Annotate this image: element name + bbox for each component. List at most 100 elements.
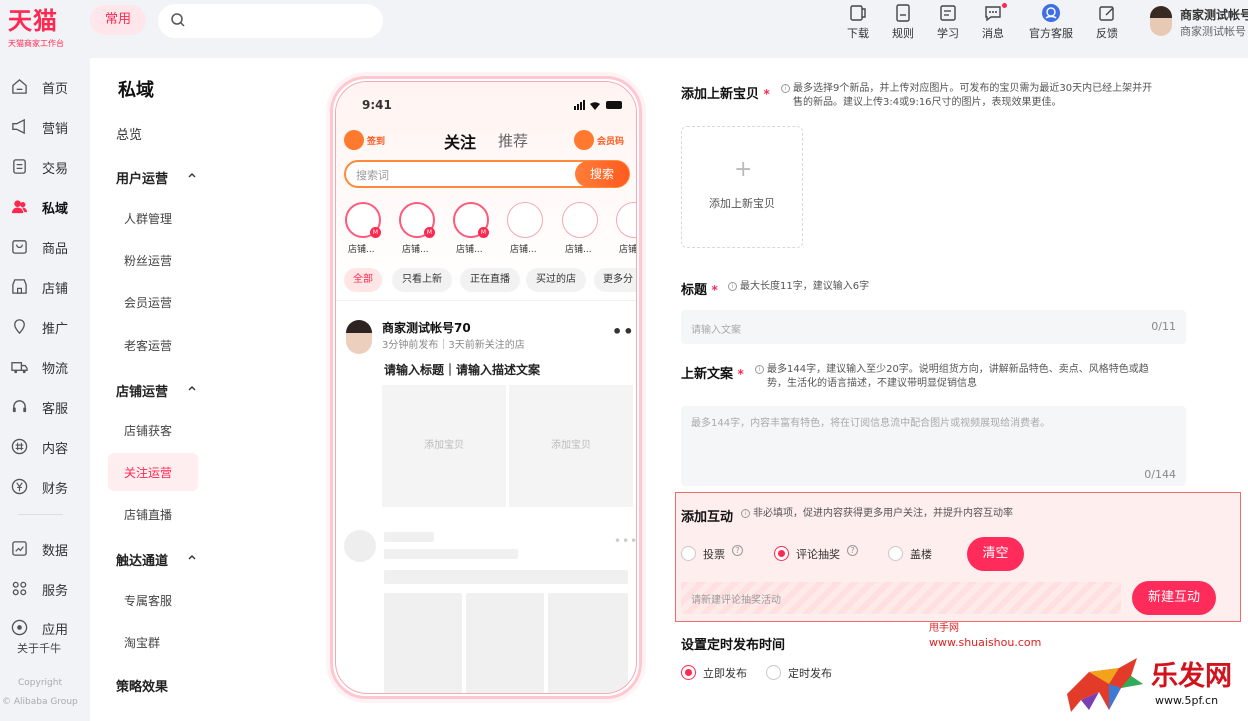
tab-recommend[interactable]: 推荐 <box>498 130 528 151</box>
store-story[interactable]: M 店铺... <box>452 202 492 256</box>
nav-item-trade[interactable]: 交易 <box>0 154 90 180</box>
radio-build-floor[interactable] <box>888 546 903 561</box>
main-panel: 9:41 签到 关注 推荐 会员码 搜索词 搜索 M 店铺... M 店铺... <box>225 58 1248 721</box>
add-item-slot[interactable]: 添加宝贝 <box>509 385 633 507</box>
subnav-item-old-customers[interactable]: 老客运营 <box>124 337 172 354</box>
story-label: 店铺... <box>619 245 637 255</box>
skeleton-avatar <box>344 530 376 562</box>
title-input[interactable]: 请输入文案 0/11 <box>681 310 1186 344</box>
store-story[interactable]: M 店铺... <box>398 202 438 256</box>
phone-search-bar[interactable]: 搜索词 搜索 <box>344 160 630 188</box>
subnav-item-fans[interactable]: 粉丝运营 <box>124 252 172 269</box>
subnav-item-store-live[interactable]: 店铺直播 <box>124 506 172 523</box>
subnav-item-taobao-group[interactable]: 淘宝群 <box>124 634 160 651</box>
nav-item-customer-service[interactable]: 客服 <box>0 394 90 420</box>
tmall-logo[interactable]: 天猫 天猫商家工作台 <box>8 6 64 49</box>
label-text: 上新文案 <box>681 367 734 382</box>
create-interaction-button[interactable]: 新建互动 <box>1132 581 1216 615</box>
nav-item-promotion[interactable]: 推广 <box>0 314 90 340</box>
logo-subtitle: 天猫商家工作台 <box>8 39 64 48</box>
tab-follow[interactable]: 关注 <box>444 129 476 153</box>
upload-new-item-box[interactable]: + 添加上新宝贝 <box>681 126 803 248</box>
messages-tool[interactable]: 消息 <box>973 3 1013 41</box>
copy-textarea[interactable]: 最多144字，内容丰富有特色，将在订阅信息流中配合图片或视频展现给消费者。 0/… <box>681 406 1186 486</box>
filter-chip-all[interactable]: 全部 <box>344 268 382 292</box>
store-story[interactable]: 店铺... <box>615 202 637 256</box>
skeleton-line <box>384 549 518 559</box>
skeleton-image <box>466 593 544 693</box>
subnav-item-store-acquire[interactable]: 店铺获客 <box>124 422 172 439</box>
subnav-item-crowd[interactable]: 人群管理 <box>124 210 172 227</box>
more-icon[interactable]: ••• <box>612 322 636 341</box>
member-badge: M <box>424 227 435 238</box>
plus-icon: + <box>734 157 753 182</box>
phone-screen: 9:41 签到 关注 推荐 会员码 搜索词 搜索 M 店铺... M 店铺... <box>335 81 637 694</box>
global-search-input[interactable] <box>158 4 383 38</box>
radio-comment-lottery[interactable] <box>774 546 789 561</box>
common-button[interactable]: 常用 <box>90 5 146 35</box>
subnav-title: 私域 <box>118 80 154 101</box>
member-code-button[interactable]: 会员码 <box>574 130 632 150</box>
phone-search-button[interactable]: 搜索 <box>575 161 629 187</box>
checkin-label: 签到 <box>367 137 386 147</box>
chevron-up-icon[interactable] <box>188 171 196 179</box>
interaction-label: 添加互动 <box>681 510 734 525</box>
about-qianniu-link[interactable]: 关于千牛 <box>17 640 61 656</box>
add-item-slot[interactable]: 添加宝贝 <box>382 385 506 507</box>
filter-chip-live[interactable]: 正在直播 <box>460 268 520 292</box>
radio-vote[interactable] <box>681 546 696 561</box>
home-icon <box>12 79 27 94</box>
nav-item-services[interactable]: 服务 <box>0 576 90 602</box>
rules-tool[interactable]: 规则 <box>883 3 923 41</box>
clear-button[interactable]: 清空 <box>967 537 1024 571</box>
title-hint: i 最大长度11字，建议输入6字 <box>728 280 869 294</box>
account-menu[interactable]: 商家测试帐号 商家测试帐号 <box>1150 6 1248 40</box>
phone-preview: 9:41 签到 关注 推荐 会员码 搜索词 搜索 M 店铺... M 店铺... <box>330 76 642 699</box>
chart-icon <box>12 541 27 556</box>
filter-chip-more[interactable]: 更多分 <box>594 268 636 292</box>
chevron-up-icon[interactable] <box>188 553 196 561</box>
store-story[interactable]: M 店铺... <box>344 202 384 256</box>
nav-item-goods[interactable]: 商品 <box>0 234 90 260</box>
account-name: 商家测试帐号 <box>1180 8 1248 22</box>
nav-item-content[interactable]: 内容 <box>0 434 90 460</box>
nav-item-home[interactable]: 首页 <box>0 74 90 100</box>
nav-item-store[interactable]: 店铺 <box>0 274 90 300</box>
required-mark: * <box>763 87 770 101</box>
radio-schedule-publish[interactable] <box>766 665 781 680</box>
nav-item-data[interactable]: 数据 <box>0 536 90 562</box>
subnav-group-store-ops[interactable]: 店铺运营 <box>116 381 168 400</box>
subnav-item-exclusive-service[interactable]: 专属客服 <box>124 592 172 609</box>
subnav-item-overview[interactable]: 总览 <box>116 124 142 143</box>
users-icon <box>11 200 28 214</box>
store-story[interactable]: 店铺... <box>561 202 601 256</box>
nav-item-finance[interactable]: 财务 <box>0 474 90 500</box>
help-icon[interactable]: ? <box>732 545 743 556</box>
nav-item-marketing[interactable]: 营销 <box>0 114 90 140</box>
nav-item-logistics[interactable]: 物流 <box>0 354 90 380</box>
filter-chip-bought[interactable]: 买过的店 <box>526 268 586 292</box>
messages-label: 消息 <box>982 27 1004 40</box>
learn-tool[interactable]: 学习 <box>928 3 968 41</box>
checkin-button[interactable]: 签到 <box>344 130 388 150</box>
store-story[interactable]: 店铺... <box>506 202 546 256</box>
hint-text: 最大长度11字，建议输入6字 <box>740 281 870 292</box>
subnav-item-follow-ops[interactable]: 关注运营 <box>124 464 172 481</box>
radio-publish-now[interactable] <box>681 665 696 680</box>
post-author-name: 商家测试帐号70 <box>382 321 471 335</box>
filter-chip-new[interactable]: 只看上新 <box>392 268 452 292</box>
interaction-activity-input[interactable]: 请新建评论抽奖活动 <box>681 582 1121 614</box>
subnav-item-members[interactable]: 会员运营 <box>124 294 172 311</box>
grid-icon <box>12 581 27 596</box>
subnav-item-strategy[interactable]: 策略效果 <box>116 676 168 695</box>
chevron-up-icon[interactable] <box>188 384 196 392</box>
official-service-tool[interactable]: 官方客服 <box>1026 3 1076 41</box>
title-char-count: 0/11 <box>1151 320 1176 333</box>
feedback-tool[interactable]: 反馈 <box>1087 3 1127 41</box>
help-icon[interactable]: ? <box>847 545 858 556</box>
subnav-group-user-ops[interactable]: 用户运营 <box>116 168 168 187</box>
nav-item-private-domain[interactable]: 私域 <box>0 194 90 220</box>
subnav-group-reach[interactable]: 触达通道 <box>116 550 168 569</box>
download-tool[interactable]: 下载 <box>838 3 878 41</box>
nav-item-apps[interactable]: 应用 <box>0 615 90 641</box>
